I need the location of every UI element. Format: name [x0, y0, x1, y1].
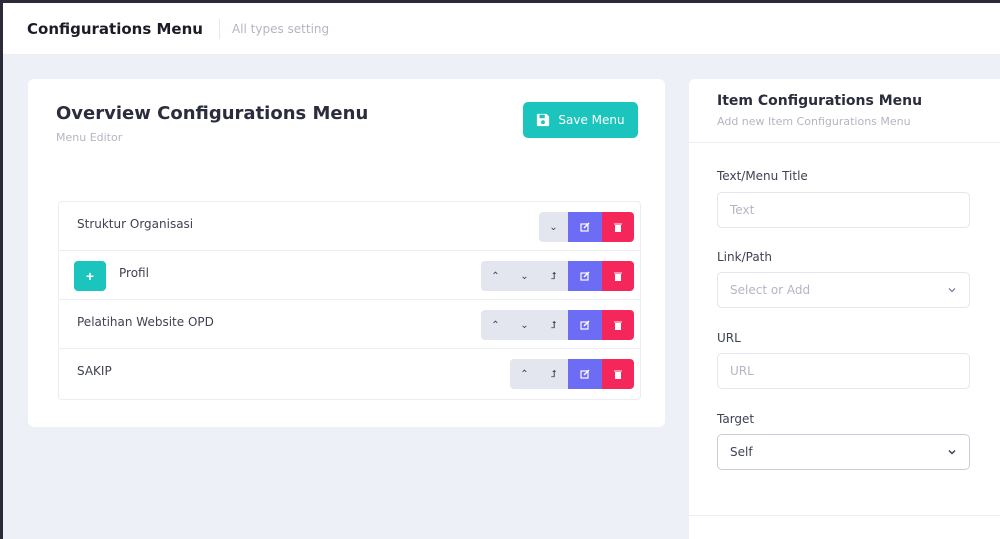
trash-icon [614, 321, 622, 330]
card-footer-divider [689, 515, 1000, 516]
url-field-label: URL [717, 331, 741, 345]
menu-item-row: Struktur Organisasi ⌄ [59, 202, 640, 251]
move-up-button[interactable]: ⌃ [481, 261, 510, 291]
edit-button[interactable] [568, 359, 602, 389]
item-config-card: Item Configurations Menu Add new Item Co… [689, 79, 1000, 539]
chevron-down-icon: ⌄ [520, 270, 529, 282]
delete-button[interactable] [602, 310, 634, 340]
page-title: Configurations Menu [27, 19, 203, 38]
menu-list: Struktur Organisasi ⌄ + Profil ⌃ ⌄ ⮥ Pel… [58, 201, 641, 400]
menu-item-row: + Profil ⌃ ⌄ ⮥ [59, 251, 640, 300]
overview-card: Overview Configurations Menu Menu Editor… [28, 79, 665, 427]
trash-icon [614, 223, 622, 232]
chevron-down-icon: ⌄ [520, 319, 529, 331]
level-up-icon: ⮥ [550, 368, 557, 380]
outdent-button[interactable]: ⮥ [539, 310, 568, 340]
delete-button[interactable] [602, 261, 634, 291]
move-up-button[interactable]: ⌃ [481, 310, 510, 340]
edit-icon [580, 222, 590, 232]
edit-icon [580, 369, 590, 379]
target-select-value: Self [730, 445, 753, 459]
menu-item-actions: ⌃ ⌄ ⮥ [481, 310, 634, 340]
outdent-button[interactable]: ⮥ [539, 261, 568, 291]
overview-subtitle: Menu Editor [56, 131, 123, 144]
top-header-bar: Configurations Menu All types setting [3, 0, 1000, 54]
menu-item-actions: ⌃ ⌄ ⮥ [481, 261, 634, 291]
overview-title: Overview Configurations Menu [56, 103, 369, 124]
level-up-icon: ⮥ [550, 319, 557, 331]
link-select[interactable]: Select or Add [717, 272, 970, 308]
chevron-up-icon: ⌃ [520, 368, 529, 380]
item-config-subtitle: Add new Item Configurations Menu [717, 115, 911, 128]
edit-icon [580, 271, 590, 281]
delete-button[interactable] [602, 359, 634, 389]
save-menu-button[interactable]: Save Menu [523, 102, 638, 138]
level-up-icon: ⮥ [550, 270, 557, 282]
menu-item-row: SAKIP ⌃ ⮥ [59, 349, 640, 398]
outdent-button[interactable]: ⮥ [539, 359, 568, 389]
menu-item-actions: ⌄ [539, 212, 634, 242]
target-field-label: Target [717, 412, 755, 426]
text-field-label: Text/Menu Title [717, 169, 808, 183]
move-down-button[interactable]: ⌄ [510, 310, 539, 340]
move-down-button[interactable]: ⌄ [510, 261, 539, 291]
target-select[interactable]: Self [717, 434, 970, 470]
edit-icon [580, 320, 590, 330]
menu-item-actions: ⌃ ⮥ [510, 359, 634, 389]
card-divider [689, 142, 1000, 143]
menu-item-label[interactable]: SAKIP [77, 364, 112, 378]
menu-item-label[interactable]: Profil [119, 266, 149, 280]
plus-icon: + [85, 268, 95, 284]
link-select-placeholder: Select or Add [730, 283, 811, 297]
chevron-down-icon [948, 449, 956, 455]
menu-item-label[interactable]: Pelatihan Website OPD [77, 315, 214, 329]
move-down-button[interactable]: ⌄ [539, 212, 568, 242]
edit-button[interactable] [568, 261, 602, 291]
url-field[interactable] [717, 353, 970, 389]
save-icon [537, 113, 550, 127]
move-up-button[interactable]: ⌃ [510, 359, 539, 389]
add-submenu-button[interactable]: + [74, 261, 106, 291]
header-divider [218, 18, 220, 39]
page-subtitle: All types setting [231, 21, 330, 36]
menu-item-row: Pelatihan Website OPD ⌃ ⌄ ⮥ [59, 300, 640, 349]
chevron-up-icon: ⌃ [491, 270, 500, 282]
menu-item-label[interactable]: Struktur Organisasi [77, 217, 193, 231]
save-menu-label: Save Menu [558, 113, 625, 127]
chevron-down-icon: ⌄ [549, 221, 558, 233]
item-config-title: Item Configurations Menu [717, 93, 923, 109]
link-field-label: Link/Path [717, 250, 772, 264]
edit-button[interactable] [568, 310, 602, 340]
delete-button[interactable] [602, 212, 634, 242]
trash-icon [614, 272, 622, 281]
chevron-up-icon: ⌃ [491, 319, 500, 331]
chevron-down-icon [948, 288, 956, 293]
text-field[interactable] [717, 192, 970, 228]
trash-icon [614, 370, 622, 379]
edit-button[interactable] [568, 212, 602, 242]
